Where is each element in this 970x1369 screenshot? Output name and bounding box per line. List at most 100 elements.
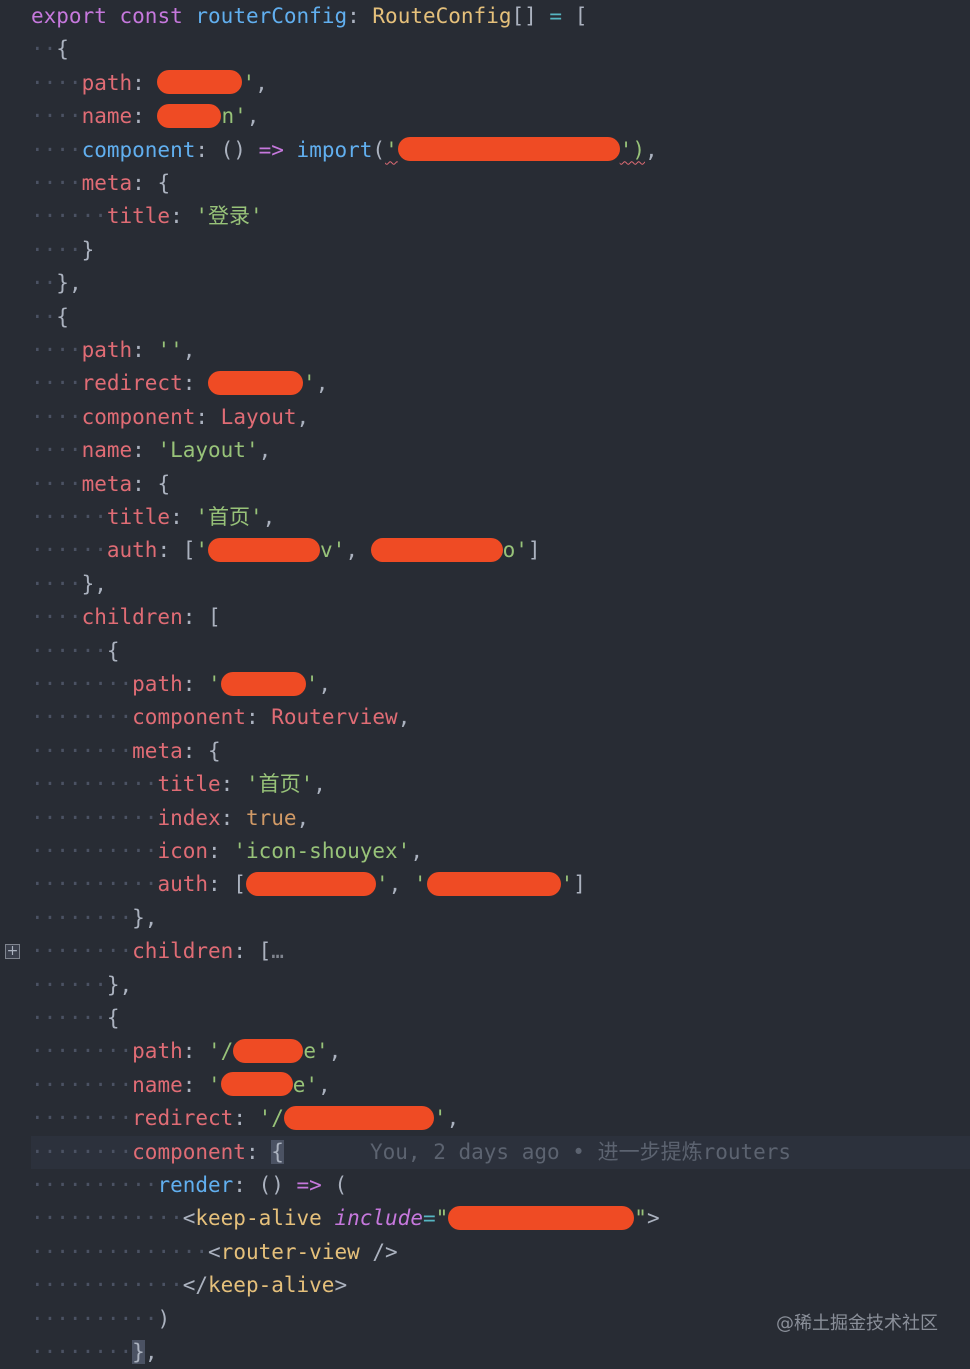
code-token: redirect [132,1106,234,1131]
code-line[interactable]: ··········auth: [', ' '] [31,868,970,901]
redaction-mark [245,871,376,896]
code-line[interactable]: ······title: '首页', [31,501,970,534]
code-line[interactable]: ····component: Layout, [31,401,970,434]
code-token: => [296,1173,322,1197]
indent-guide: ············ [31,1273,183,1298]
code-token: { [56,37,69,62]
code-token: children [81,605,183,630]
code-line[interactable]: ········meta: { [31,735,970,768]
code-line[interactable]: ····component: () => import(' '), [31,134,970,167]
code-token: ( [321,1173,348,1197]
code-line[interactable]: ····meta: { [31,167,970,200]
code-token: > [334,1273,348,1298]
code-line[interactable]: ······}, [31,969,970,1002]
indent-guide: ······ [31,505,107,529]
code-line[interactable]: ····redirect: ', [31,367,970,400]
indent-guide: ·········· [31,872,158,897]
code-token: ' [303,371,316,396]
code-token: > [646,1206,660,1231]
code-token: e' [303,1039,329,1064]
code-token: ' [305,672,319,696]
code-token: , [296,404,310,429]
code-line[interactable]: ····}, [31,568,970,601]
code-token: Layout [220,404,297,429]
code-token: : [132,438,158,463]
code-token: : [182,371,209,396]
code-line[interactable]: ····children: [ [31,601,970,634]
code-token: : [245,1139,272,1164]
code-token: e' [292,1072,318,1097]
code-token: , [388,872,414,897]
code-line[interactable]: ··············<router-view /> [31,1236,970,1269]
code-line[interactable]: ········redirect: '/ ', [31,1102,970,1135]
code-token: , [255,70,268,95]
code-token: icon [157,839,209,863]
code-token: : { [182,738,221,763]
code-token: ' [385,137,398,162]
code-line[interactable]: ··{ [31,33,970,66]
code-line[interactable]: ··········index: true, [31,802,970,835]
code-line[interactable]: ········path: ' ', [31,668,970,701]
code-editor[interactable]: export const routerConfig: RouteConfig[]… [0,0,970,1364]
code-line[interactable]: ····path: ', [31,67,970,100]
code-token: routerConfig [195,4,348,28]
code-token: name [81,104,133,129]
code-token: auth [106,538,158,563]
code-line[interactable]: ········children: [… [31,935,970,968]
code-line[interactable]: ··{ [31,301,970,334]
code-line[interactable]: ······{ [31,1002,970,1035]
code-token: ( [372,137,386,162]
indent-guide: ···· [31,404,82,429]
code-line[interactable]: ····} [31,234,970,267]
code-line[interactable]: ············<keep-alive include=" "> [31,1202,970,1235]
indent-guide: ············ [31,1206,183,1231]
code-line[interactable]: ········name: ' e', [31,1069,970,1102]
redaction-mark [157,103,222,128]
code-line[interactable]: ········path: '/ e', [31,1035,970,1068]
indent-guide: ······ [31,972,107,997]
code-line[interactable]: ····name: n', [31,100,970,133]
code-token: include [334,1206,423,1231]
code-token: , [446,1106,460,1131]
indent-guide: ·········· [31,1306,158,1331]
redaction-mark [208,537,321,562]
code-token: router-view [220,1239,360,1264]
code-token: , [318,672,331,696]
code-line[interactable]: ······title: '登录' [31,200,970,233]
code-line[interactable]: export const routerConfig: RouteConfig[]… [31,0,970,33]
code-line[interactable]: ··········render: () => ( [31,1169,970,1202]
code-line[interactable]: ········component: Routerview, [31,701,970,734]
code-token: = [549,4,563,28]
code-token: : [ [157,538,196,563]
code-line[interactable]: ··········icon: 'icon-shouyex', [31,835,970,868]
code-line[interactable]: ······{ [31,635,970,668]
code-token: export [31,4,107,28]
code-token: : [ [233,939,272,964]
code-line[interactable]: ······auth: [' v', o'] [31,534,970,567]
code-token: title [106,505,171,529]
code-token: { [271,1139,284,1164]
code-token: : [182,1039,209,1064]
code-line[interactable]: ··}, [31,267,970,300]
code-token: : { [132,171,171,195]
code-token: : { [132,471,171,496]
code-line[interactable]: ········}, [31,902,970,935]
code-token: ' [413,872,427,897]
code-line[interactable]: ········}, [31,1336,970,1369]
code-line[interactable]: ············</keep-alive> [31,1269,970,1302]
code-line[interactable]: ····path: '', [31,334,970,367]
code-line[interactable]: ··········title: '首页', [31,768,970,801]
code-token: … [271,939,284,964]
indent-guide: ······ [31,538,107,563]
code-token: title [106,204,171,229]
indent-guide: ······ [31,204,107,229]
indent-guide: ···· [31,70,82,95]
code-token: , [296,805,310,830]
code-token: } [132,1340,145,1364]
code-token: /> [359,1239,398,1264]
code-line[interactable]: ····name: 'Layout', [31,434,970,467]
fold-expand-icon[interactable]: + [5,944,20,960]
code-line[interactable]: ········component: {You, 2 days ago • 进一… [31,1135,970,1169]
code-line[interactable]: ····meta: { [31,468,970,501]
